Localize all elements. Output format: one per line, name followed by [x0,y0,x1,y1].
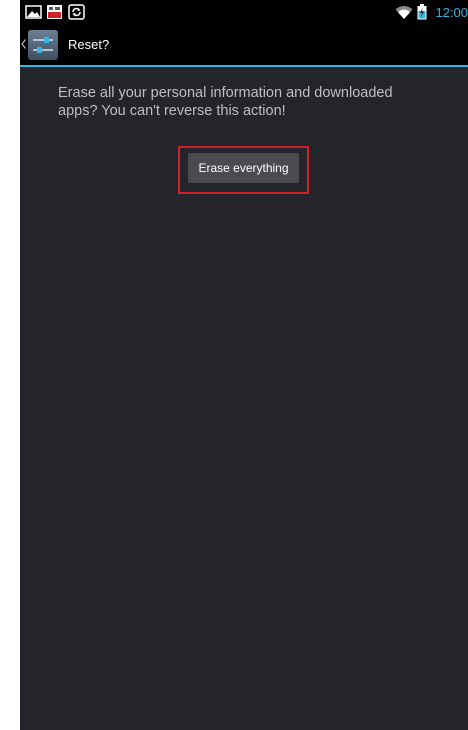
screen: 12:00 Reset? Erase all your personal inf… [20,0,468,730]
app-badge-icon [47,5,62,19]
sync-icon [68,4,85,20]
wifi-icon [395,5,413,19]
action-bar: Reset? [20,25,468,67]
status-bar: 12:00 [20,0,468,25]
erase-everything-button[interactable]: Erase everything [188,153,299,183]
status-time: 12:00 [435,5,468,20]
page-title: Reset? [68,37,110,52]
up-button[interactable] [20,25,60,65]
reset-warning-text: Erase all your personal information and … [58,85,393,119]
battery-icon [417,4,427,20]
picture-icon [25,5,42,19]
settings-sliders-icon [28,30,58,60]
chevron-left-icon [21,39,26,49]
